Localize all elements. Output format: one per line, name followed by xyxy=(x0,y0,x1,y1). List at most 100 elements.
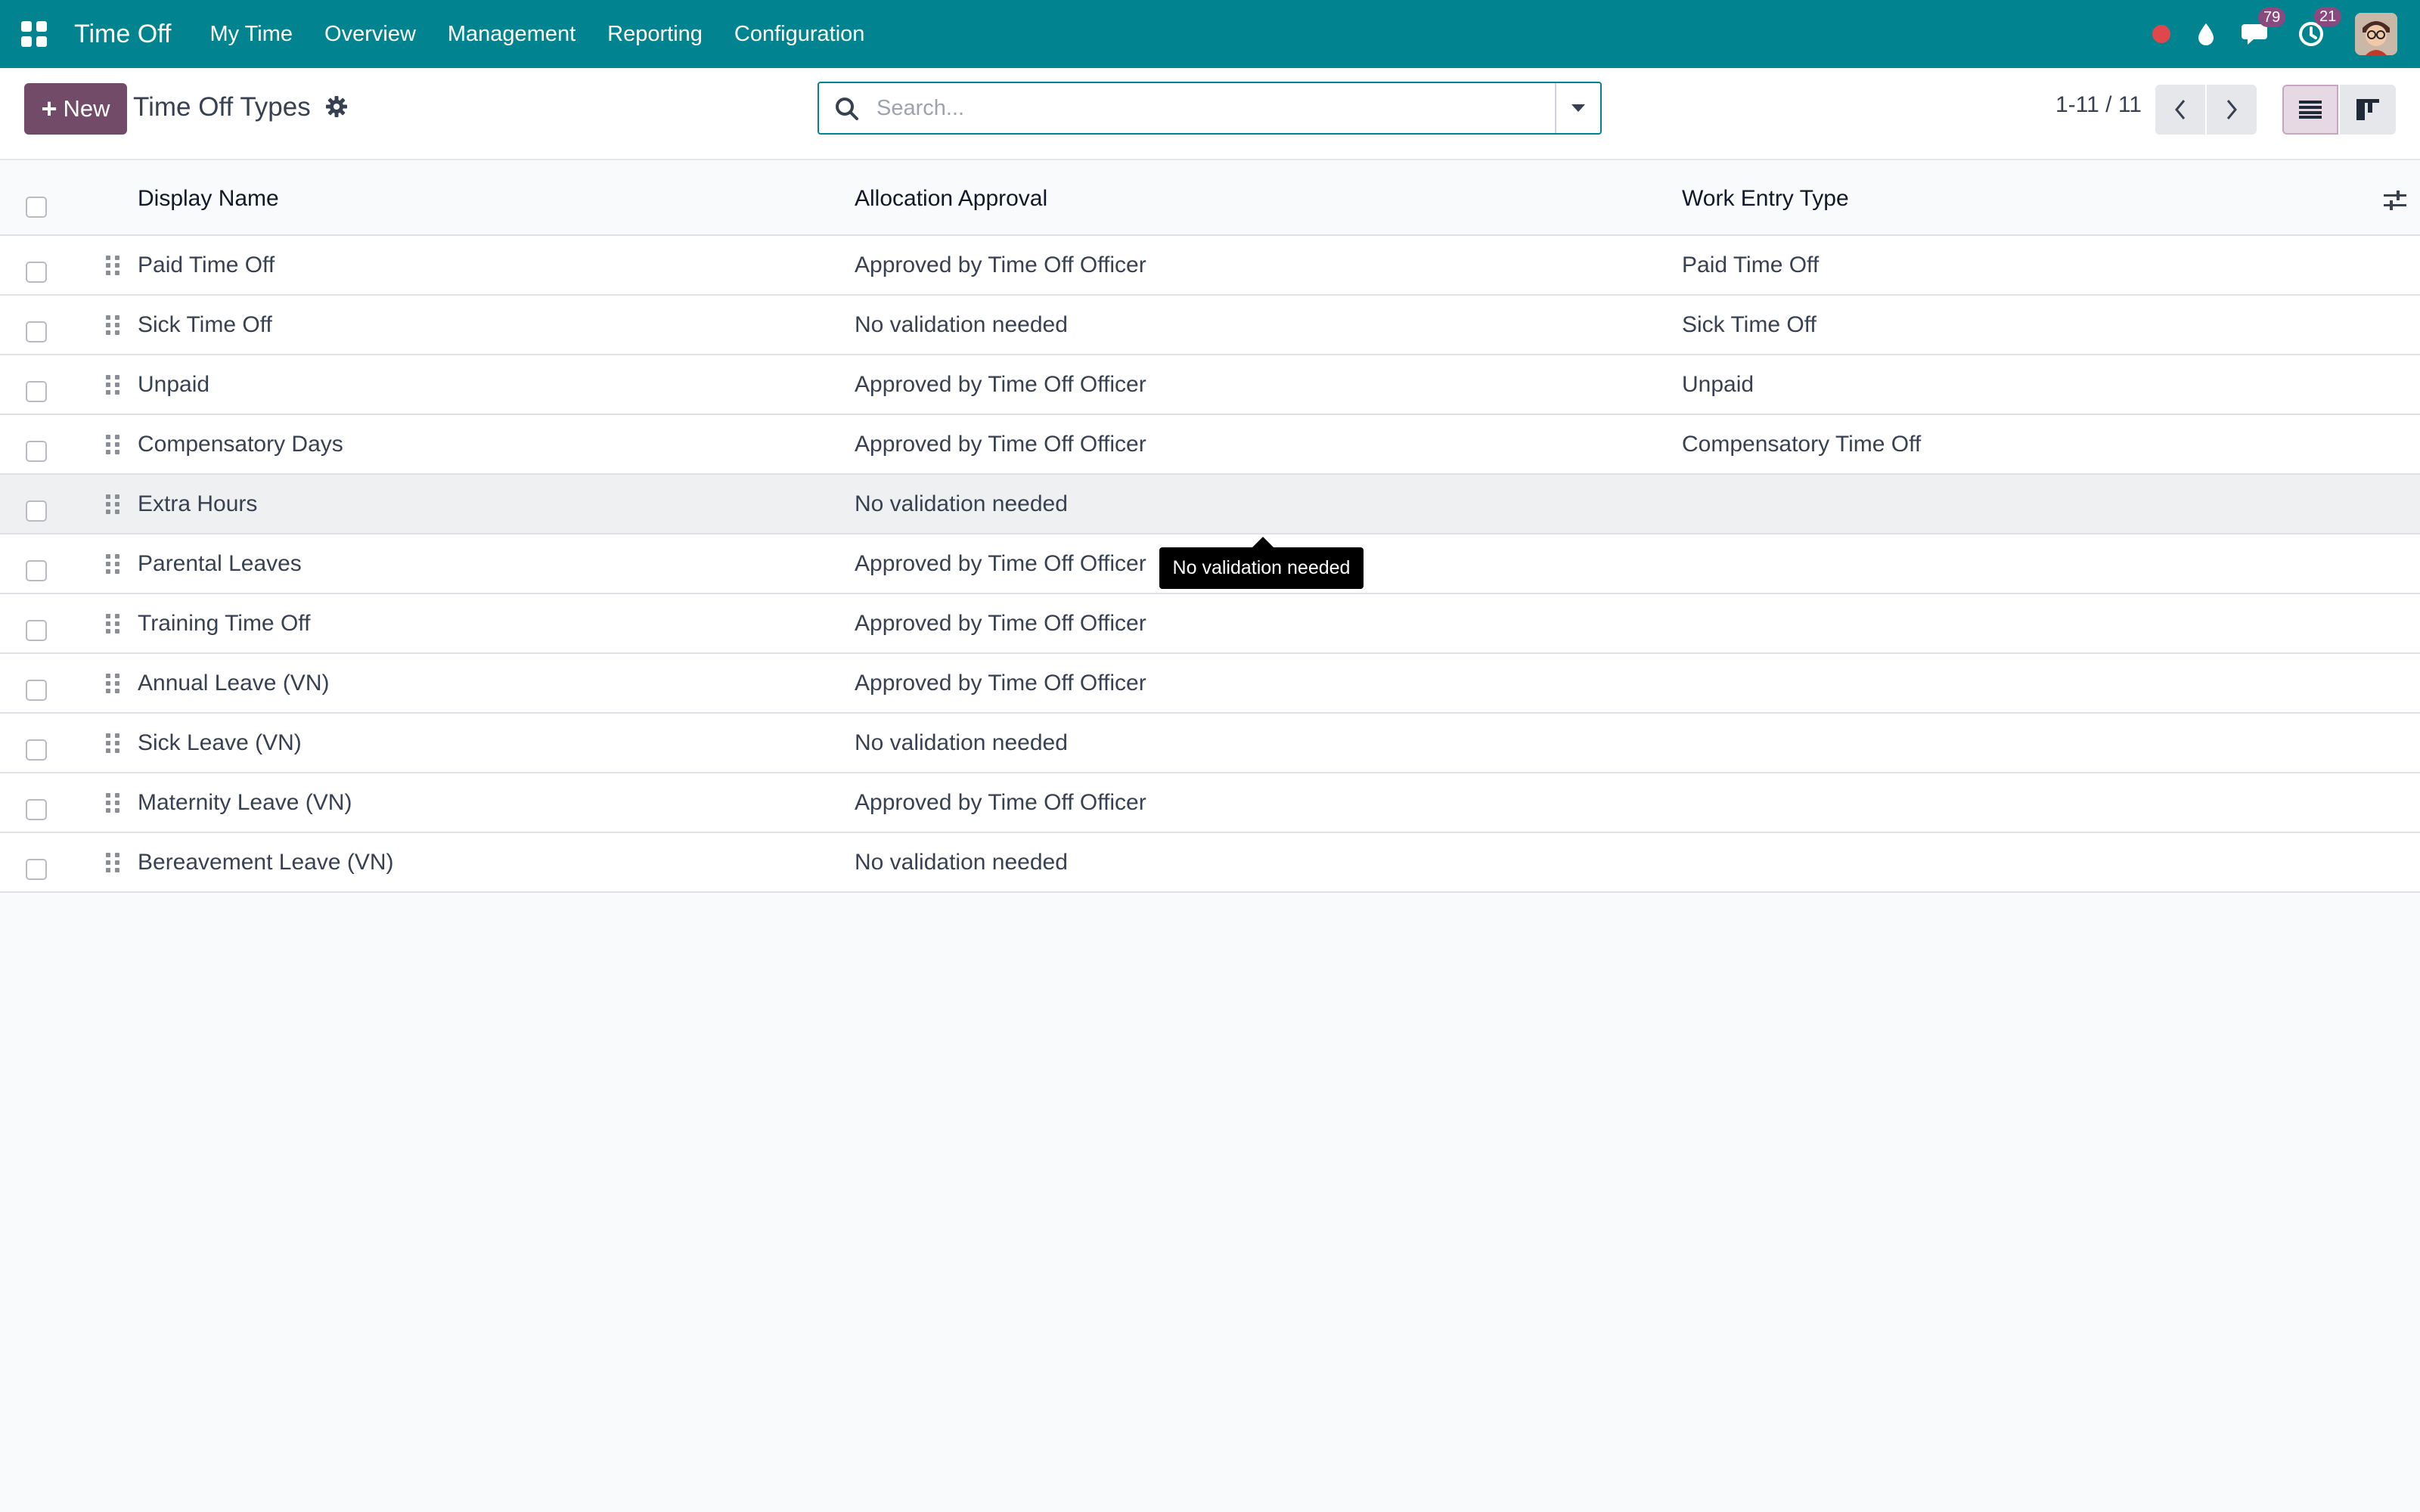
cell-display-name: Sick Time Off xyxy=(138,312,272,337)
clock-icon[interactable]: 21 xyxy=(2297,7,2342,48)
cell-allocation-approval: Approved by Time Off Officer xyxy=(855,790,1146,815)
cell-display-name: Unpaid xyxy=(138,372,210,397)
chevron-right-icon xyxy=(2226,100,2237,119)
column-header-allocation-approval[interactable]: Allocation Approval xyxy=(855,186,1047,212)
kanban-view-button[interactable] xyxy=(2340,85,2396,135)
pager-value[interactable]: 1-11 / 11 xyxy=(2055,92,2142,118)
cell-display-name: Compensatory Days xyxy=(138,432,343,457)
breadcrumb: Time Off Types xyxy=(133,92,311,122)
cell-display-name: Paid Time Off xyxy=(138,253,275,277)
table-row[interactable]: Extra Hours No validation needed xyxy=(0,475,2420,534)
row-checkbox[interactable] xyxy=(26,799,47,820)
table-row[interactable]: Training Time Off Approved by Time Off O… xyxy=(0,594,2420,654)
search-icon xyxy=(834,96,860,125)
table-row[interactable]: Annual Leave (VN) Approved by Time Off O… xyxy=(0,654,2420,714)
caret-down-icon xyxy=(1571,104,1585,112)
pager-next-button[interactable] xyxy=(2207,85,2257,135)
cell-allocation-approval: Approved by Time Off Officer xyxy=(855,253,1146,277)
drag-handle-icon[interactable] xyxy=(106,793,119,813)
table-header: Display Name Allocation Approval Work En… xyxy=(0,160,2420,236)
table-row[interactable]: Sick Leave (VN) No validation needed xyxy=(0,714,2420,773)
drag-handle-icon[interactable] xyxy=(106,315,119,335)
cell-display-name: Sick Leave (VN) xyxy=(138,730,302,755)
table-row[interactable]: Bereavement Leave (VN) No validation nee… xyxy=(0,833,2420,893)
cell-work-entry-type: Compensatory Time Off xyxy=(1682,432,1922,457)
messages-badge: 79 xyxy=(2258,8,2286,27)
cell-display-name: Annual Leave (VN) xyxy=(138,671,330,696)
search-bar xyxy=(818,82,1602,135)
menu-configuration[interactable]: Configuration xyxy=(718,0,881,68)
control-panel: + New Time Off Types 1-1 xyxy=(0,68,2420,160)
menu-overview[interactable]: Overview xyxy=(309,0,432,68)
apps-menu-button[interactable] xyxy=(0,0,68,68)
table-row[interactable]: Paid Time Off Approved by Time Off Offic… xyxy=(0,236,2420,296)
select-all-checkbox[interactable] xyxy=(26,197,47,218)
row-checkbox[interactable] xyxy=(26,381,47,402)
drag-handle-icon[interactable] xyxy=(106,614,119,634)
tooltip: No validation needed xyxy=(1159,547,1364,589)
cell-display-name: Training Time Off xyxy=(138,611,311,636)
menu-reporting[interactable]: Reporting xyxy=(591,0,718,68)
table-row[interactable]: Sick Time Off No validation needed Sick … xyxy=(0,296,2420,355)
cell-display-name: Maternity Leave (VN) xyxy=(138,790,352,815)
list-view-button[interactable] xyxy=(2282,85,2338,135)
table-row[interactable]: Compensatory Days Approved by Time Off O… xyxy=(0,415,2420,475)
row-checkbox[interactable] xyxy=(26,620,47,641)
row-checkbox[interactable] xyxy=(26,560,47,581)
search-options-toggle[interactable] xyxy=(1555,83,1600,133)
cell-work-entry-type: Unpaid xyxy=(1682,372,1754,397)
record-dot-icon[interactable] xyxy=(2152,25,2170,43)
drag-handle-icon[interactable] xyxy=(106,674,119,693)
chat-icon[interactable]: 79 xyxy=(2242,8,2286,47)
kanban-icon xyxy=(2356,99,2379,120)
list-icon xyxy=(2299,101,2322,119)
new-button[interactable]: + New xyxy=(24,83,127,135)
list-view-table: Display Name Allocation Approval Work En… xyxy=(0,160,2420,893)
table-row[interactable]: Maternity Leave (VN) Approved by Time Of… xyxy=(0,773,2420,833)
drag-handle-icon[interactable] xyxy=(106,733,119,753)
cell-allocation-approval: Approved by Time Off Officer xyxy=(855,611,1146,636)
column-header-work-entry-type[interactable]: Work Entry Type xyxy=(1682,186,1849,212)
cell-display-name: Extra Hours xyxy=(138,491,258,516)
cell-allocation-approval: Approved by Time Off Officer xyxy=(855,671,1146,696)
systray: 79 21 xyxy=(2127,0,2397,68)
apps-icon xyxy=(21,21,47,47)
row-checkbox[interactable] xyxy=(26,680,47,701)
avatar[interactable] xyxy=(2355,13,2397,55)
droplet-icon[interactable] xyxy=(2196,22,2216,46)
cell-display-name: Parental Leaves xyxy=(138,551,302,576)
optional-columns-icon[interactable] xyxy=(2384,191,2406,214)
app-title[interactable]: Time Off xyxy=(74,20,171,49)
row-checkbox[interactable] xyxy=(26,441,47,462)
drag-handle-icon[interactable] xyxy=(106,554,119,574)
pager-previous-button[interactable] xyxy=(2155,85,2205,135)
drag-handle-icon[interactable] xyxy=(106,494,119,514)
cell-allocation-approval: No validation needed xyxy=(855,730,1068,755)
gear-icon[interactable] xyxy=(325,95,348,122)
menu-my-time[interactable]: My Time xyxy=(194,0,309,68)
cell-display-name: Bereavement Leave (VN) xyxy=(138,850,394,875)
search-input[interactable] xyxy=(876,91,1557,125)
table-row[interactable]: Unpaid Approved by Time Off Officer Unpa… xyxy=(0,355,2420,415)
drag-handle-icon[interactable] xyxy=(106,256,119,275)
cell-allocation-approval: Approved by Time Off Officer xyxy=(855,432,1146,457)
tooltip-arrow xyxy=(1252,537,1274,547)
cell-allocation-approval: No validation needed xyxy=(855,850,1068,875)
drag-handle-icon[interactable] xyxy=(106,375,119,395)
row-checkbox[interactable] xyxy=(26,500,47,522)
cell-work-entry-type: Paid Time Off xyxy=(1682,253,1820,277)
plus-icon: + xyxy=(41,93,57,124)
cell-work-entry-type: Sick Time Off xyxy=(1682,312,1817,337)
row-checkbox[interactable] xyxy=(26,262,47,283)
row-checkbox[interactable] xyxy=(26,739,47,761)
drag-handle-icon[interactable] xyxy=(106,435,119,454)
cell-allocation-approval: No validation needed xyxy=(855,491,1068,516)
cell-allocation-approval: Approved by Time Off Officer xyxy=(855,372,1146,397)
chevron-left-icon xyxy=(2175,100,2186,119)
column-header-display-name[interactable]: Display Name xyxy=(138,186,279,212)
drag-handle-icon[interactable] xyxy=(106,853,119,872)
menu-management[interactable]: Management xyxy=(432,0,591,68)
row-checkbox[interactable] xyxy=(26,859,47,880)
cell-allocation-approval: No validation needed xyxy=(855,312,1068,337)
row-checkbox[interactable] xyxy=(26,321,47,342)
